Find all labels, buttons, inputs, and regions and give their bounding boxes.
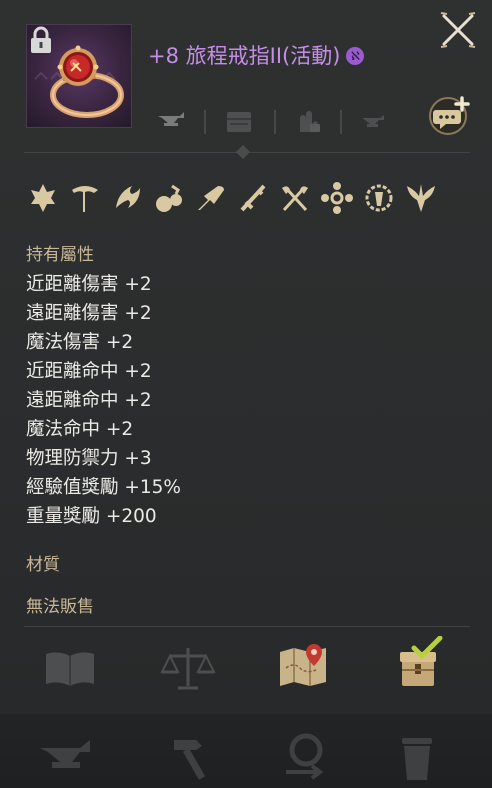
tool-separator [274,110,276,134]
chest-check-icon[interactable] [392,636,452,692]
actions-divider [24,626,470,627]
map-pin-icon[interactable] [274,638,334,694]
trash-icon[interactable] [388,728,450,786]
monk-class-icon [321,182,353,214]
anvil-small-icon[interactable] [356,104,390,138]
lock-icon [31,26,51,53]
item-title: +8 旅程戒指II(活動) ℵ [148,40,365,70]
berserker-class-icon [282,186,308,212]
mage-class-icon [116,186,140,208]
magnifier-icon[interactable] [276,728,338,786]
item-image[interactable] [26,24,132,128]
close-icon[interactable] [438,10,478,50]
unsellable-label: 無法販售 [26,597,94,617]
material-label: 材質 [26,555,60,575]
tool-separator [204,110,206,134]
warrior-class-icon [72,186,98,212]
event-badge-icon: ℵ [346,47,365,65]
scale-icon[interactable] [158,640,218,696]
hand-lock-icon[interactable] [290,104,324,138]
attribute-line: 物理防禦力 +3 [26,448,152,469]
dark-elf-class-icon [198,186,224,210]
attributes-heading: 持有屬性 [26,245,94,265]
usable-class-row [26,180,435,220]
anvil-footer-icon[interactable] [36,728,98,786]
attribute-line: 魔法命中 +2 [26,419,134,440]
knight-class-icon [31,184,55,212]
elf-class-icon [407,184,435,212]
item-tool-row [150,104,400,140]
attribute-line: 經驗值獎勵 +15% [26,477,182,498]
divider-ornament [235,144,251,160]
tool-separator [340,110,342,134]
item-tooltip-panel: +8 旅程戒指II(活動) ℵ 持有屬性 近距離傷害 +2 遠距離傷害 +2 魔… [0,0,492,788]
attribute-line: 遠距離命中 +2 [26,390,152,411]
item-title-text: +8 旅程戒指II(活動) [148,44,341,68]
attribute-line: 近距離命中 +2 [26,361,152,382]
attribute-line: 重量獎勵 +200 [26,506,157,527]
illusionist-class-icon [365,184,393,212]
lancer-class-icon [240,184,266,212]
chat-add-icon[interactable] [426,92,474,136]
hammer-icon[interactable] [158,728,220,786]
anvil-icon[interactable] [154,104,188,138]
attribute-line: 近距離傷害 +2 [26,274,152,295]
attribute-line: 魔法傷害 +2 [26,332,134,353]
alchemist-class-icon [156,184,182,212]
attribute-line: 遠距離傷害 +2 [26,303,152,324]
book-icon[interactable] [40,640,100,696]
chest-icon[interactable] [222,104,256,138]
